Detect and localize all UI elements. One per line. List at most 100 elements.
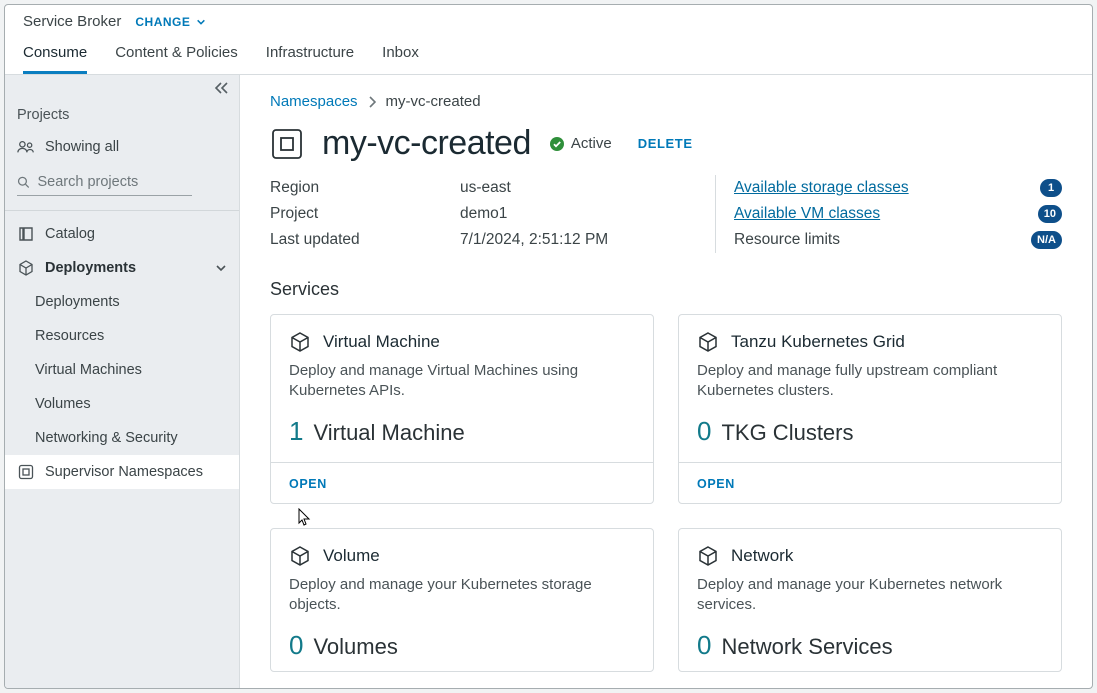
breadcrumb: Namespaces my-vc-created (270, 93, 1062, 110)
resource-limits-label: Resource limits (734, 231, 989, 249)
sidebar-item-deployments[interactable]: Deployments (5, 285, 239, 319)
tab-infra[interactable]: Infrastructure (266, 44, 354, 74)
sidebar-item-label: Resources (35, 328, 104, 344)
sidebar-item-volumes[interactable]: Volumes (5, 387, 239, 421)
double-chevron-left-icon (213, 81, 229, 95)
services-heading: Services (270, 279, 1062, 300)
sidebar-item-vms[interactable]: Virtual Machines (5, 353, 239, 387)
open-tkg-button[interactable]: OPEN (697, 477, 735, 491)
app-window: Service Broker CHANGE Consume Content & … (4, 4, 1093, 689)
card-desc: Deploy and manage your Kubernetes networ… (697, 575, 1043, 616)
meta-left: Regionus-east Projectdemo1 Last updated7… (270, 175, 715, 253)
chevron-down-icon (196, 17, 206, 27)
count-number: 0 (697, 416, 711, 447)
count-label: Network Services (721, 634, 892, 660)
card-network: Network Deploy and manage your Kubernete… (678, 528, 1062, 672)
sidebar-item-label: Networking & Security (35, 430, 178, 446)
meta-right: Available storage classes 1 Available VM… (715, 175, 1062, 253)
sidebar-item-label: Deployments (35, 294, 120, 310)
sidebar-item-netsec[interactable]: Networking & Security (5, 421, 239, 455)
meta-key: Last updated (270, 231, 460, 249)
meta-value: demo1 (460, 205, 507, 223)
tab-consume[interactable]: Consume (23, 44, 87, 74)
cube-icon (289, 331, 311, 353)
sidebar-project-scope[interactable]: Showing all (5, 129, 239, 165)
resource-limits-badge: N/A (1031, 231, 1062, 249)
tabbar: Consume Content & Policies Infrastructur… (23, 44, 1074, 74)
sidebar: Projects Showing all Catal (5, 75, 240, 688)
meta-value: 7/1/2024, 2:51:12 PM (460, 231, 608, 249)
sidebar-collapse-button[interactable] (213, 81, 229, 95)
chevron-down-icon (215, 262, 227, 274)
card-count: 0 Volumes (289, 630, 635, 661)
sidebar-item-label: Volumes (35, 396, 91, 412)
count-label: Volumes (313, 634, 397, 660)
cube-icon (697, 331, 719, 353)
cube-icon (289, 545, 311, 567)
meta-row: Regionus-east Projectdemo1 Last updated7… (270, 175, 1062, 253)
vm-classes-link[interactable]: Available VM classes (734, 205, 989, 223)
card-title: Virtual Machine (323, 332, 440, 352)
sidebar-item-label: Catalog (45, 226, 95, 242)
delete-button[interactable]: DELETE (638, 136, 693, 151)
count-number: 1 (289, 416, 303, 447)
service-cards: Virtual Machine Deploy and manage Virtua… (270, 314, 1062, 672)
change-context-button[interactable]: CHANGE (135, 15, 206, 29)
sidebar-item-resources[interactable]: Resources (5, 319, 239, 353)
card-title: Volume (323, 546, 380, 566)
card-count: 1 Virtual Machine (289, 416, 635, 447)
count-number: 0 (289, 630, 303, 661)
count-label: TKG Clusters (721, 420, 853, 446)
chevron-right-icon (368, 96, 376, 108)
sidebar-item-label: Virtual Machines (35, 362, 142, 378)
storage-classes-link[interactable]: Available storage classes (734, 179, 989, 197)
page-title: my-vc-created (322, 124, 531, 163)
deployments-icon (17, 260, 35, 276)
namespace-icon (17, 464, 35, 480)
change-label: CHANGE (135, 15, 190, 29)
cube-icon (697, 545, 719, 567)
sidebar-nav: Catalog Deployments Deployments Resource… (5, 211, 239, 489)
sidebar-project-scope-label: Showing all (45, 139, 119, 155)
card-title: Network (731, 546, 793, 566)
vm-classes-badge: 10 (1038, 205, 1062, 223)
sidebar-item-label: Supervisor Namespaces (45, 464, 203, 480)
tab-content[interactable]: Content & Policies (115, 44, 238, 74)
card-count: 0 TKG Clusters (697, 416, 1043, 447)
main-content: Namespaces my-vc-created my-vc-created A… (240, 75, 1092, 688)
sidebar-item-supervisor-namespaces[interactable]: Supervisor Namespaces (5, 455, 239, 489)
meta-value: us-east (460, 179, 511, 197)
catalog-icon (17, 226, 35, 242)
check-circle-icon (549, 136, 565, 152)
people-icon (17, 140, 35, 154)
storage-classes-badge: 1 (1040, 179, 1062, 197)
sidebar-projects-heading: Projects (5, 97, 239, 129)
sidebar-item-catalog[interactable]: Catalog (5, 217, 239, 251)
tab-inbox[interactable]: Inbox (382, 44, 419, 74)
card-desc: Deploy and manage fully upstream complia… (697, 361, 1043, 402)
card-desc: Deploy and manage Virtual Machines using… (289, 361, 635, 402)
meta-key: Region (270, 179, 460, 197)
card-title: Tanzu Kubernetes Grid (731, 332, 905, 352)
card-count: 0 Network Services (697, 630, 1043, 661)
card-tkg: Tanzu Kubernetes Grid Deploy and manage … (678, 314, 1062, 504)
breadcrumb-root[interactable]: Namespaces (270, 93, 358, 110)
status-badge: Active (549, 135, 612, 152)
breadcrumb-current: my-vc-created (386, 93, 481, 110)
card-volume: Volume Deploy and manage your Kubernetes… (270, 528, 654, 672)
sidebar-item-label: Deployments (45, 260, 136, 276)
search-icon (17, 175, 29, 189)
app-title: Service Broker (23, 13, 121, 30)
meta-key: Project (270, 205, 460, 223)
namespace-large-icon (270, 127, 304, 161)
status-text: Active (571, 135, 612, 152)
card-virtual-machine: Virtual Machine Deploy and manage Virtua… (270, 314, 654, 504)
sidebar-search[interactable] (17, 169, 192, 196)
open-vm-button[interactable]: OPEN (289, 477, 327, 491)
count-number: 0 (697, 630, 711, 661)
card-desc: Deploy and manage your Kubernetes storag… (289, 575, 635, 616)
count-label: Virtual Machine (313, 420, 464, 446)
topbar: Service Broker CHANGE Consume Content & … (5, 5, 1092, 74)
sidebar-item-deployments-group[interactable]: Deployments (5, 251, 239, 285)
search-input[interactable] (35, 173, 192, 191)
